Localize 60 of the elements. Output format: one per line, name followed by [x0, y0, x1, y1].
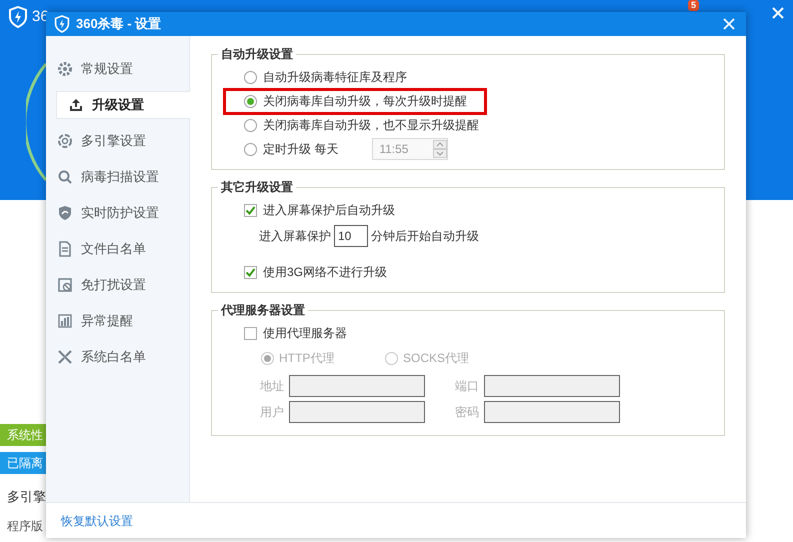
- sidebar-item[interactable]: 升级设置: [56, 91, 190, 119]
- option-label: HTTP代理: [279, 350, 334, 367]
- field-label: 用户: [260, 404, 284, 421]
- restore-defaults-link[interactable]: 恢复默认设置: [61, 512, 133, 530]
- close-icon[interactable]: [771, 6, 785, 20]
- upload-icon: [68, 97, 84, 113]
- input-field[interactable]: [289, 375, 425, 397]
- checkbox[interactable]: [244, 204, 257, 216]
- option-label: 使用3G网络不进行升级: [263, 264, 388, 281]
- sidebar-item[interactable]: 文件白名单: [46, 235, 189, 263]
- input-field[interactable]: [289, 401, 425, 423]
- window-title: 360杀毒 - 设置: [76, 15, 162, 34]
- sidebar-item[interactable]: 实时防护设置: [46, 199, 189, 227]
- option-label: 进入屏幕保护: [259, 228, 331, 245]
- input-field[interactable]: [484, 375, 620, 397]
- minutes-field[interactable]: 10: [334, 225, 368, 247]
- field-label: 端口: [455, 378, 479, 395]
- notification-badge: 5: [688, 0, 700, 11]
- radio-button[interactable]: [261, 352, 274, 364]
- status-label: 多引擎: [6, 488, 46, 506]
- status-label: 已隔离: [0, 452, 46, 474]
- gear-icon: [57, 61, 73, 77]
- option-label: 定时升级 每天: [263, 141, 338, 158]
- group-title: 代理服务器设置: [218, 302, 308, 318]
- option-label: 自动升级病毒特征库及程序: [263, 69, 407, 86]
- target-icon: [57, 133, 73, 149]
- status-label: 系统性: [0, 424, 46, 446]
- checkbox[interactable]: [244, 266, 257, 278]
- radio-button[interactable]: [244, 70, 257, 84]
- option-label: 使用代理服务器: [263, 325, 347, 342]
- sidebar-item[interactable]: 异常提醒: [46, 307, 189, 335]
- sidebar-item[interactable]: 病毒扫描设置: [46, 163, 189, 191]
- sidebar-item[interactable]: 系统白名单: [46, 343, 189, 371]
- option-label: 关闭病毒库自动升级，每次升级时提醒: [263, 93, 467, 110]
- radio-button[interactable]: [385, 352, 398, 364]
- radio-button[interactable]: [244, 142, 257, 156]
- shield-icon: [57, 205, 73, 221]
- sidebar-item[interactable]: 常规设置: [46, 55, 189, 83]
- blocked-window-icon: [57, 277, 73, 293]
- radio-button[interactable]: [244, 118, 257, 132]
- document-icon: [57, 241, 73, 257]
- bar-chart-icon: [57, 313, 73, 329]
- shield-logo-icon: [54, 15, 70, 33]
- radio-button[interactable]: [244, 94, 257, 108]
- group-title: 自动升级设置: [218, 46, 296, 62]
- sidebar-item[interactable]: 多引擎设置: [46, 127, 189, 155]
- tools-icon: [57, 349, 73, 365]
- group-title: 其它升级设置: [218, 179, 296, 195]
- status-label: 程序版: [6, 518, 44, 535]
- sidebar-item[interactable]: 免打扰设置: [46, 271, 189, 299]
- field-label: 地址: [260, 378, 284, 395]
- option-label: SOCKS代理: [403, 350, 470, 367]
- input-field[interactable]: [484, 401, 620, 423]
- field-label: 密码: [455, 404, 479, 421]
- option-label: 进入屏幕保护后自动升级: [263, 202, 395, 219]
- option-label: 关闭病毒库自动升级，也不显示升级提醒: [263, 117, 479, 134]
- option-label: 分钟后开始自动升级: [371, 228, 479, 245]
- shield-logo-icon: [8, 6, 28, 28]
- checkbox[interactable]: [244, 326, 257, 340]
- search-icon: [57, 169, 73, 185]
